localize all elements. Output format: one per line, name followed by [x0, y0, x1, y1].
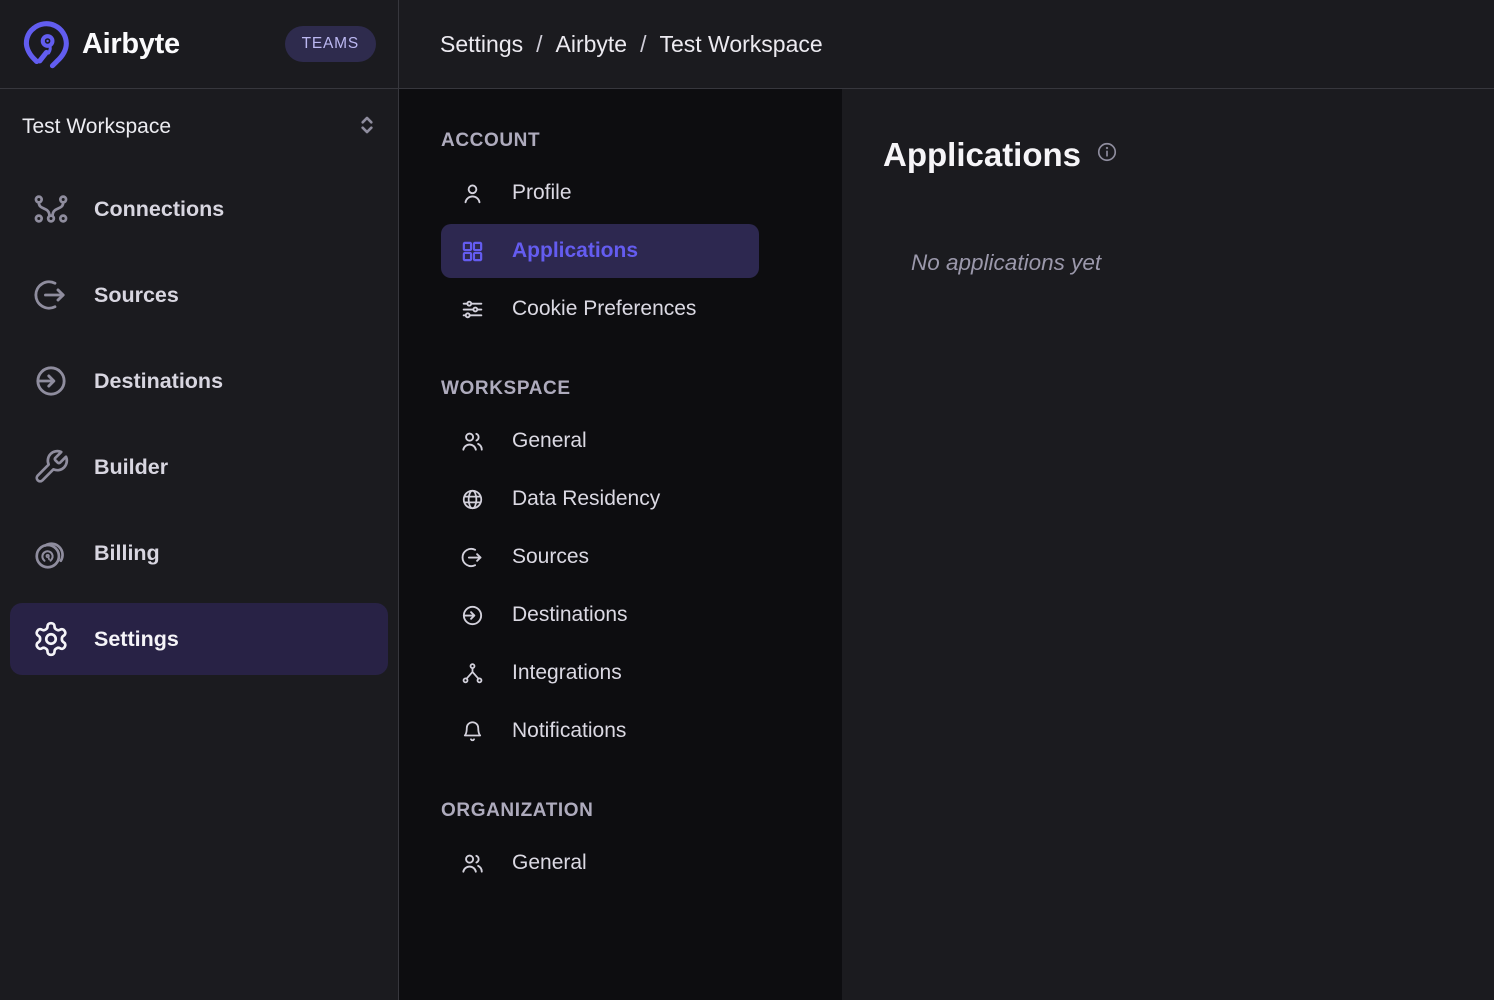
source-arrow-out-icon [460, 545, 485, 570]
settings-nav-item-cookie-preferences[interactable]: Cookie Preferences [441, 282, 759, 336]
section-title: ACCOUNT [441, 130, 759, 152]
sidebar-item-billing[interactable]: Billing [10, 517, 388, 589]
airbyte-logo-icon[interactable] [18, 15, 76, 73]
brand-name: Airbyte [82, 28, 180, 61]
workspace-selector[interactable]: Test Workspace [10, 101, 388, 153]
network-icon [460, 661, 485, 686]
connections-icon [32, 190, 70, 228]
source-arrow-out-icon [32, 276, 70, 314]
breadcrumb-item-airbyte[interactable]: Airbyte [556, 31, 628, 58]
breadcrumb-item-settings[interactable]: Settings [440, 31, 523, 58]
settings-nav-label: Destinations [512, 603, 628, 627]
settings-nav-item-workspace-destinations[interactable]: Destinations [441, 588, 759, 642]
settings-nav-item-profile[interactable]: Profile [441, 166, 759, 220]
sidebar-item-label: Connections [94, 197, 224, 222]
teams-badge: TEAMS [285, 26, 376, 62]
page-title: Applications [883, 136, 1081, 174]
sidebar-item-label: Sources [94, 283, 179, 308]
sidebar-item-builder[interactable]: Builder [10, 431, 388, 503]
section-title: WORKSPACE [441, 378, 759, 400]
user-icon [460, 181, 485, 206]
bell-icon [460, 719, 485, 744]
sidebar-item-settings[interactable]: Settings [10, 603, 388, 675]
topbar-brand: Airbyte TEAMS [0, 0, 399, 89]
sidebar: Test Workspace Connections [0, 89, 399, 1000]
grid-icon [460, 239, 485, 264]
empty-state-message: No applications yet [911, 250, 1494, 276]
destination-arrow-in-icon [32, 362, 70, 400]
sidebar-item-sources[interactable]: Sources [10, 259, 388, 331]
settings-nav-label: Data Residency [512, 487, 660, 511]
breadcrumb-separator: / [640, 31, 646, 58]
workspace-selector-label: Test Workspace [22, 115, 171, 139]
settings-nav-label: Notifications [512, 719, 626, 743]
breadcrumb-item-test-workspace[interactable]: Test Workspace [659, 31, 822, 58]
destination-arrow-in-icon [460, 603, 485, 628]
main-content: Applications No applications yet [842, 89, 1494, 1000]
sidebar-item-label: Settings [94, 627, 179, 652]
settings-nav-item-integrations[interactable]: Integrations [441, 646, 759, 700]
settings-nav-panel: ACCOUNT Profile [399, 89, 842, 1000]
globe-icon [460, 487, 485, 512]
breadcrumb: Settings / Airbyte / Test Workspace [440, 31, 823, 58]
settings-nav-item-organization-general[interactable]: General [441, 836, 759, 890]
page-header: Applications [883, 136, 1494, 174]
users-icon [460, 429, 485, 454]
info-icon[interactable] [1096, 141, 1118, 163]
sidebar-item-label: Destinations [94, 369, 223, 394]
settings-section-workspace: WORKSPACE General [441, 378, 759, 758]
settings-nav-label: Integrations [512, 661, 622, 685]
gear-icon [32, 620, 70, 658]
billing-coins-icon [32, 534, 70, 572]
sidebar-item-connections[interactable]: Connections [10, 173, 388, 245]
section-title: ORGANIZATION [441, 800, 759, 822]
breadcrumb-separator: / [536, 31, 542, 58]
settings-nav-label: Applications [512, 239, 638, 263]
settings-nav-label: General [512, 851, 587, 875]
settings-section-organization: ORGANIZATION General [441, 800, 759, 890]
settings-nav-item-workspace-sources[interactable]: Sources [441, 530, 759, 584]
chevron-up-down-icon [354, 112, 380, 142]
settings-nav-label: General [512, 429, 587, 453]
wrench-icon [32, 448, 70, 486]
settings-nav-item-workspace-general[interactable]: General [441, 414, 759, 468]
settings-nav-item-applications[interactable]: Applications [441, 224, 759, 278]
settings-nav-label: Sources [512, 545, 589, 569]
sidebar-item-destinations[interactable]: Destinations [10, 345, 388, 417]
sidebar-item-label: Builder [94, 455, 168, 480]
sliders-icon [460, 297, 485, 322]
settings-nav-label: Cookie Preferences [512, 297, 696, 321]
settings-nav-item-data-residency[interactable]: Data Residency [441, 472, 759, 526]
settings-nav-item-notifications[interactable]: Notifications [441, 704, 759, 758]
sidebar-item-label: Billing [94, 541, 160, 566]
topbar: Settings / Airbyte / Test Workspace [399, 0, 1494, 89]
settings-nav-label: Profile [512, 181, 572, 205]
users-icon [460, 851, 485, 876]
settings-section-account: ACCOUNT Profile [441, 130, 759, 336]
app-root: Airbyte TEAMS Settings / Airbyte / Test … [0, 0, 1494, 1000]
sidebar-nav: Connections Sources [10, 173, 388, 675]
